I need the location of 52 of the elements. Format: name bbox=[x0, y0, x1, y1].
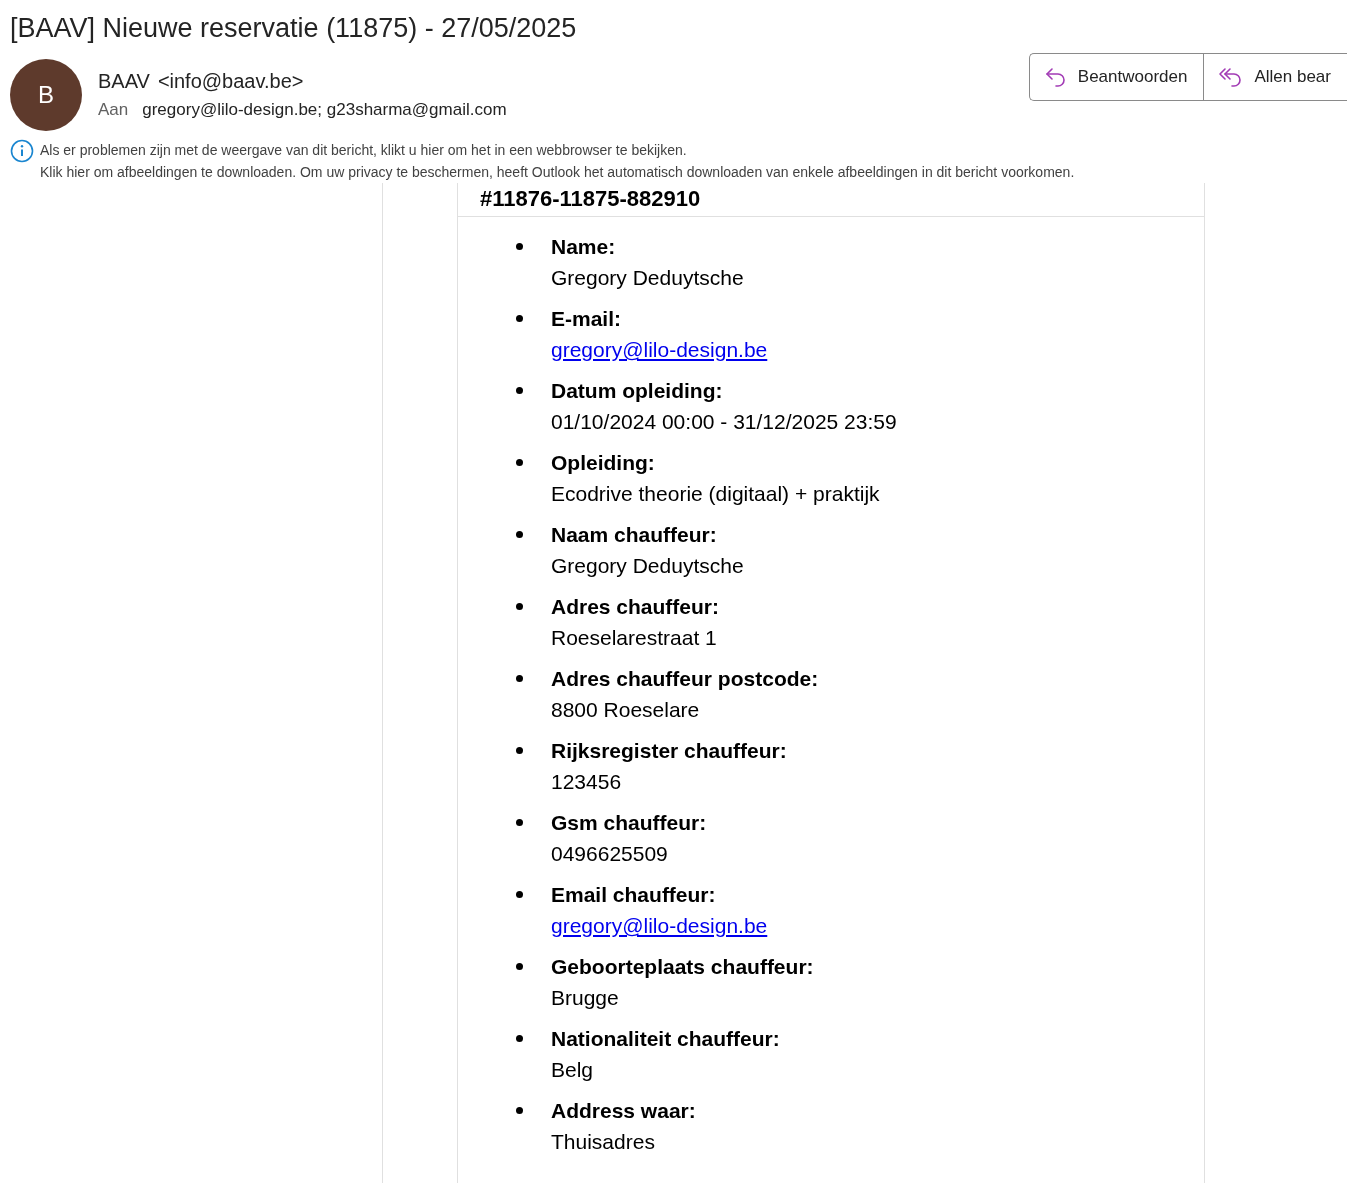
info-icon bbox=[10, 139, 34, 163]
bullet-icon bbox=[516, 531, 523, 538]
field-label: Naam chauffeur: bbox=[551, 522, 718, 548]
sender-address: <info@baav.be> bbox=[157, 69, 304, 93]
bullet-icon bbox=[516, 1107, 523, 1114]
field-value: 123456 bbox=[551, 769, 623, 795]
field-value: Brugge bbox=[551, 985, 620, 1011]
bullet-icon bbox=[516, 387, 523, 394]
field-value: 8800 Roeselare bbox=[551, 697, 701, 723]
reply-all-button[interactable]: Allen bear bbox=[1203, 54, 1347, 100]
field-value: Roeselarestraat 1 bbox=[551, 625, 718, 651]
field-label: Address waar: bbox=[551, 1098, 696, 1124]
email-subject: [BAAV] Nieuwe reservatie (11875) - 27/05/2025 bbox=[10, 12, 577, 45]
field-value: Gregory Deduytsche bbox=[551, 265, 744, 291]
field-label: Adres chauffeur postcode: bbox=[551, 666, 819, 692]
reply-button[interactable]: Beantwoorden bbox=[1029, 54, 1204, 100]
bullet-icon bbox=[516, 243, 523, 250]
field-value: Gregory Deduytsche bbox=[551, 553, 744, 579]
field-label: Adres chauffeur: bbox=[551, 594, 720, 620]
field-value: Belg bbox=[551, 1057, 595, 1083]
field-value: Ecodrive theorie (digitaal) + praktijk bbox=[551, 481, 880, 507]
field-label: Name: bbox=[551, 234, 617, 260]
field-value: 0496625509 bbox=[551, 841, 669, 867]
field-label: Geboorteplaats chauffeur: bbox=[551, 954, 814, 980]
email-link[interactable]: gregory@lilo-design.be bbox=[551, 334, 768, 365]
recipients-list: gregory@lilo-design.be; g23sharma@gmail.com bbox=[142, 99, 507, 121]
bullet-icon bbox=[516, 315, 523, 322]
bullet-icon bbox=[516, 819, 523, 826]
field-value: 01/10/2024 00:00 - 31/12/2025 23:59 bbox=[551, 409, 897, 435]
field-value: Thuisadres bbox=[551, 1129, 656, 1155]
field-label: Gsm chauffeur: bbox=[551, 810, 707, 836]
bullet-icon bbox=[516, 459, 523, 466]
email-link[interactable]: gregory@lilo-design.be bbox=[551, 910, 768, 941]
bullet-icon bbox=[516, 963, 523, 970]
recipients-label: Aan bbox=[98, 99, 129, 121]
notice-text[interactable]: Als er problemen zijn met de weergave van dit bericht, klikt u hier om het in een webbrowser te bekijken. bbox=[40, 139, 1075, 161]
field-label: E-mail: bbox=[551, 306, 622, 332]
bullet-icon bbox=[516, 891, 523, 898]
bullet-icon bbox=[516, 1035, 523, 1042]
bullet-icon bbox=[516, 603, 523, 610]
field-label: Nationaliteit chauffeur: bbox=[551, 1026, 780, 1052]
bullet-icon bbox=[516, 747, 523, 754]
bullet-icon bbox=[516, 675, 523, 682]
field-label: Rijksregister chauffeur: bbox=[551, 738, 787, 764]
notice-text[interactable]: Klik hier om afbeeldingen te downloaden. Om uw privacy te beschermen, heeft Outlook het automatisch downloaden van enkele afbeeldingen in dit bericht voorkomen. bbox=[40, 161, 1075, 183]
field-label: Opleiding: bbox=[551, 450, 656, 476]
field-label: Email chauffeur: bbox=[551, 882, 717, 908]
reservation-heading: #11876-11875-882910 bbox=[480, 185, 702, 213]
sender-name: BAAV bbox=[98, 69, 150, 93]
sender-avatar: B bbox=[10, 59, 82, 131]
reply-icon bbox=[1043, 65, 1068, 89]
field-label: Datum opleiding: bbox=[551, 378, 724, 404]
